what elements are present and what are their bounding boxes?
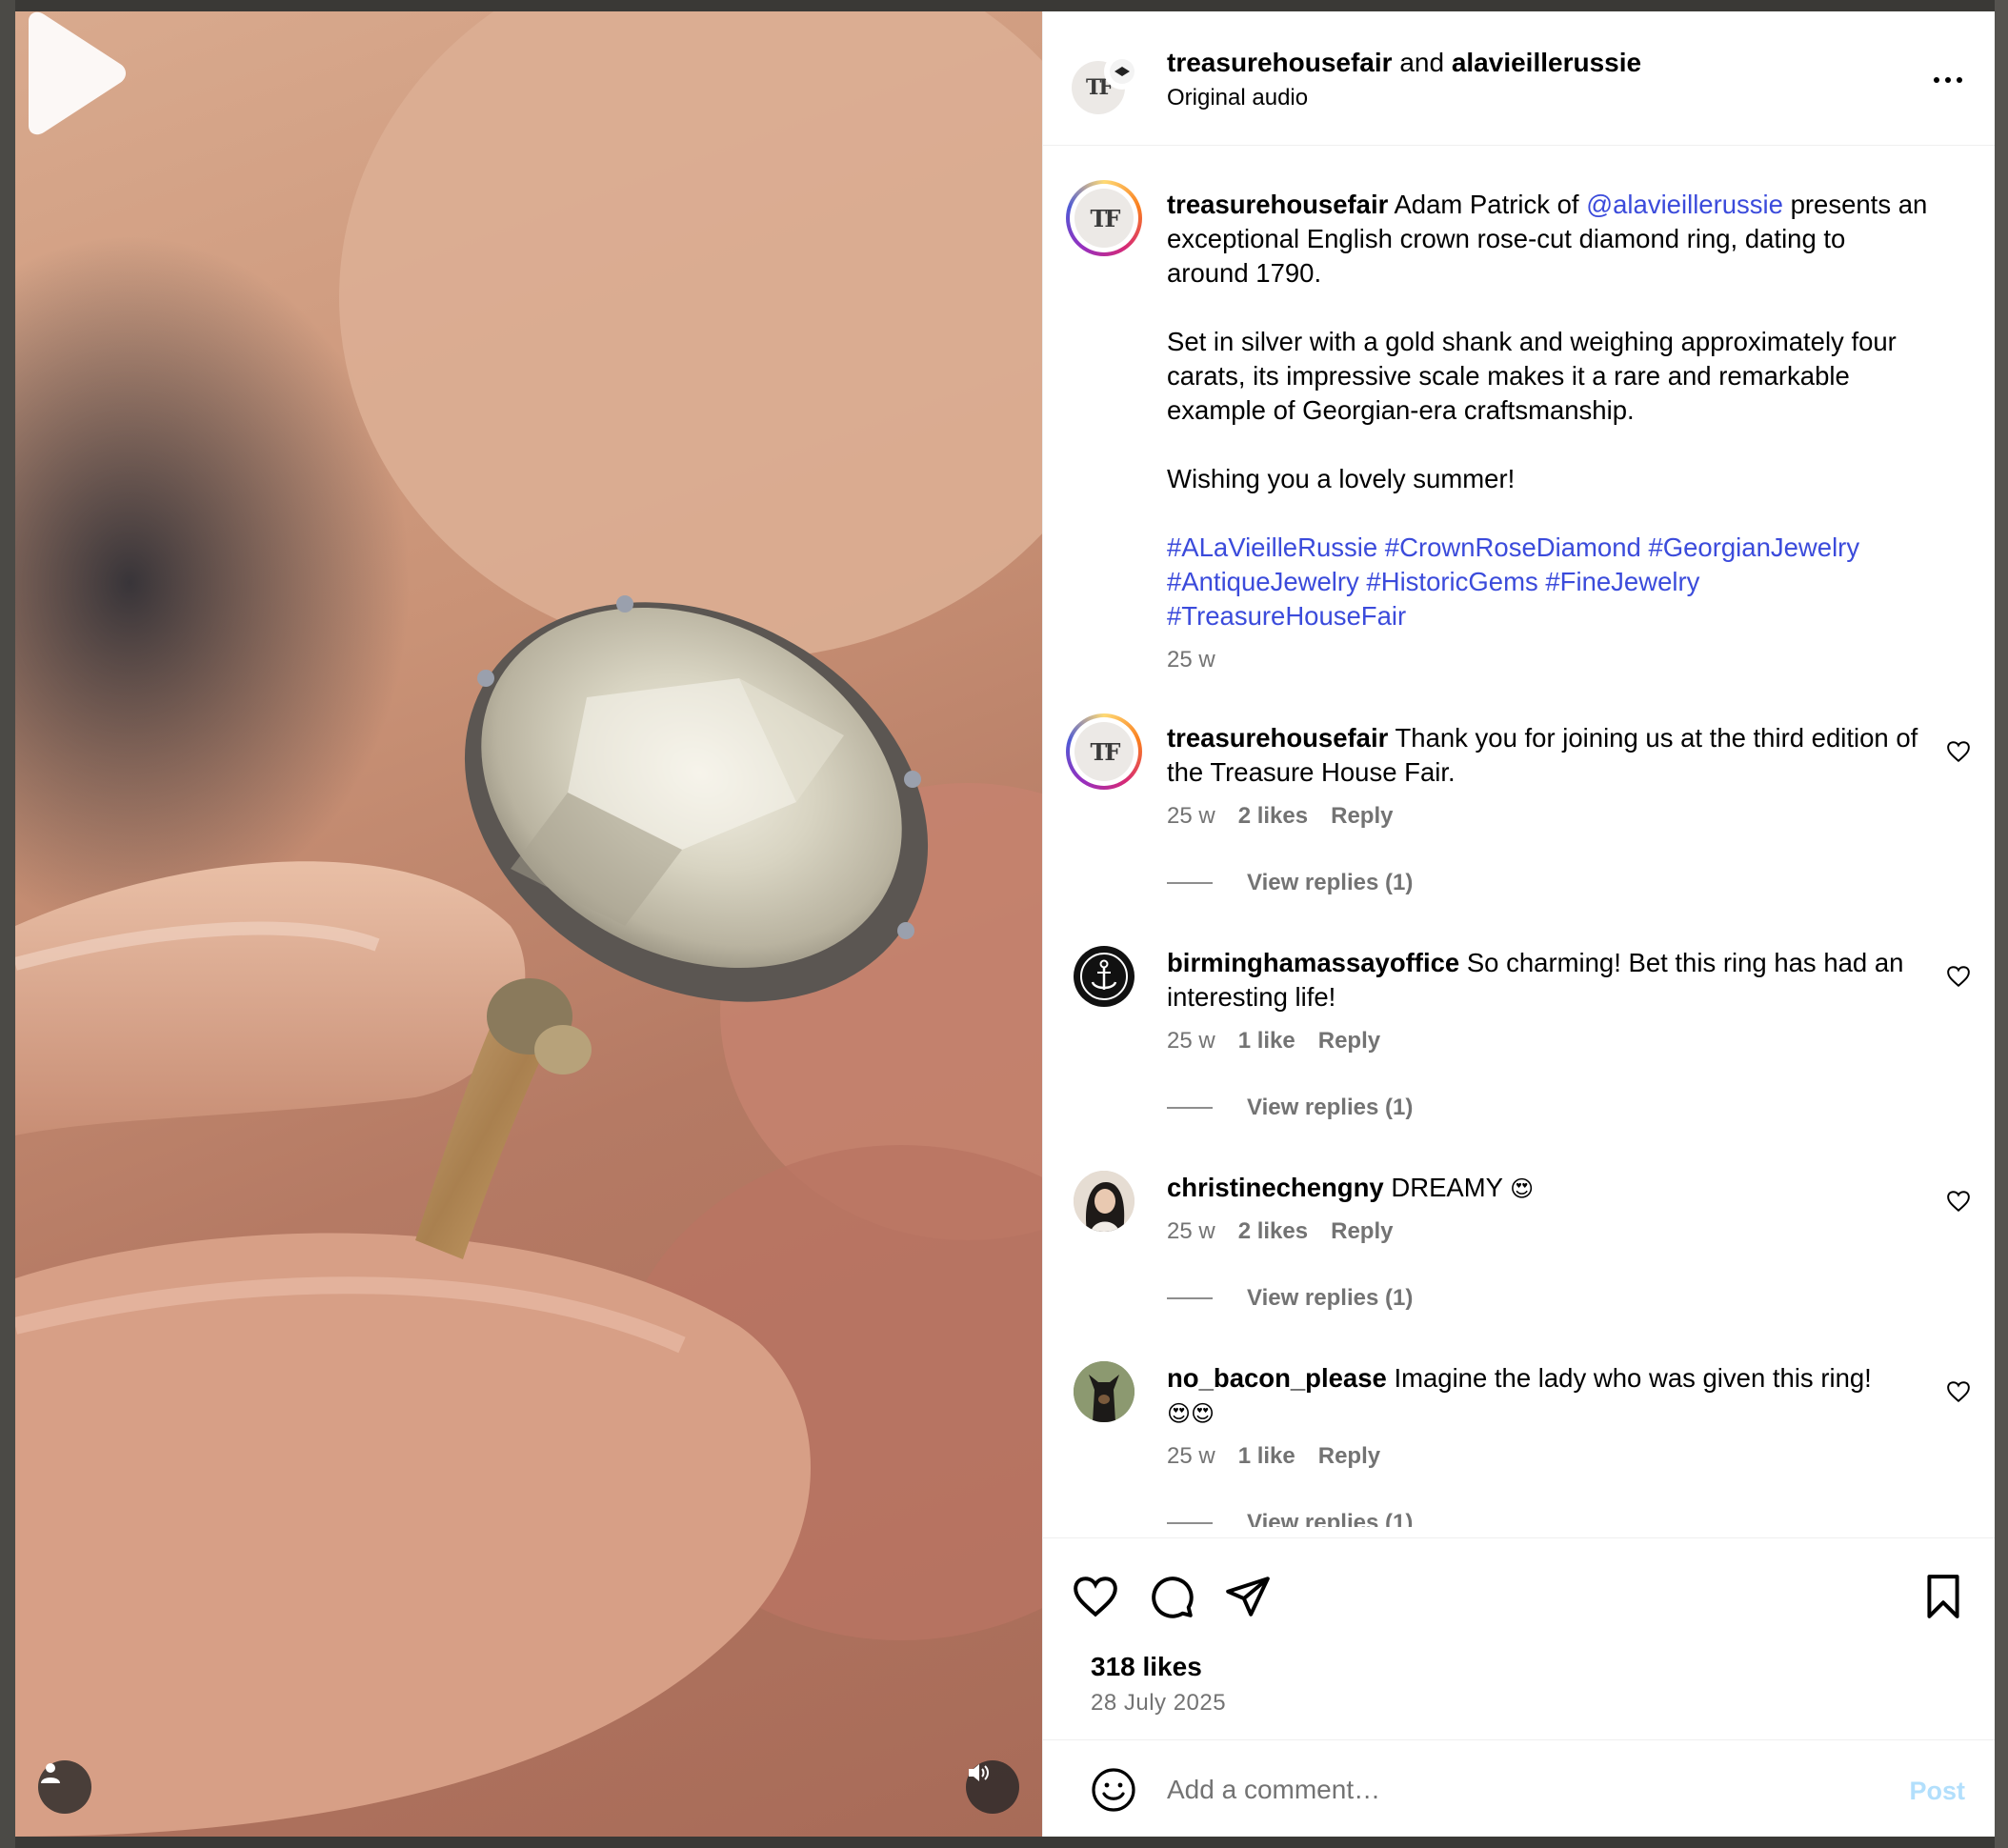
backdrop[interactable] — [0, 0, 15, 1848]
comment-text: birminghamassayoffice So charming! Bet t… — [1167, 948, 1904, 1012]
comment-avatar[interactable] — [1074, 1361, 1135, 1422]
eagle-crest-icon — [1110, 59, 1135, 84]
ring-video-frame — [15, 11, 1042, 1837]
more-options-button[interactable] — [1929, 70, 1967, 90]
comment-avatar[interactable]: TF — [1066, 713, 1142, 790]
post-modal: TF treasurehousefair and alavieillerussi… — [15, 11, 1995, 1837]
caption-username[interactable]: treasurehousefair — [1167, 190, 1388, 219]
post-date[interactable]: 28 July 2025 — [1091, 1690, 1226, 1717]
comment-input[interactable] — [1165, 1765, 1836, 1815]
anchor-icon — [1080, 953, 1128, 1000]
comment-likes-count[interactable]: 2 likes — [1238, 803, 1308, 830]
more-dots-icon — [1934, 77, 1939, 83]
replies-divider — [1167, 1522, 1213, 1524]
comment-likes-count[interactable]: 2 likes — [1238, 1218, 1308, 1245]
reply-button[interactable]: Reply — [1331, 803, 1393, 830]
audio-label[interactable]: Original audio — [1167, 84, 1308, 112]
comment-username[interactable]: birminghamassayoffice — [1167, 948, 1459, 977]
like-comment-heart-icon[interactable] — [1946, 964, 1971, 989]
comment-text: treasurehousefair Thank you for joining … — [1167, 723, 1918, 787]
caption-text: treasurehousefair Adam Patrick of @alavi… — [1167, 188, 1929, 633]
comment-text: no_bacon_please Imagine the lady who was… — [1167, 1363, 1872, 1427]
collaborator-avatar[interactable] — [1104, 53, 1140, 90]
play-icon[interactable] — [15, 11, 130, 135]
volume-icon — [969, 1764, 989, 1781]
hashtag-link[interactable]: #GeorgianJewelry — [1648, 532, 1859, 562]
user-photo-icon — [1074, 1171, 1135, 1232]
comment-timestamp[interactable]: 25 w — [1167, 1028, 1215, 1055]
view-replies-button[interactable]: View replies (1) — [1167, 1510, 1413, 1527]
heart-eyes-emoji: 😍 — [1510, 1175, 1535, 1202]
post-header: TF treasurehousefair and alavieillerussi… — [1043, 11, 1995, 146]
smiley-icon[interactable] — [1091, 1767, 1136, 1813]
like-comment-heart-icon[interactable] — [1946, 1379, 1971, 1404]
comment-meta: 25 w 1 like Reply — [1167, 1028, 1380, 1055]
collaborator-username[interactable]: alavieillerussie — [1452, 48, 1641, 77]
comment-likes-count[interactable]: 1 like — [1238, 1028, 1295, 1055]
tf-logo-icon: TF — [1074, 722, 1134, 781]
view-replies-button[interactable]: View replies (1) — [1167, 870, 1413, 896]
caption-paragraph: Wishing you a lovely summer! — [1167, 464, 1516, 493]
caption-timestamp[interactable]: 25 w — [1167, 647, 1215, 673]
backdrop[interactable] — [1995, 0, 2008, 1848]
heart-eyes-emoji: 😍😍 — [1167, 1400, 1215, 1427]
dog-photo-icon — [1074, 1361, 1135, 1422]
comment-meta: 25 w 2 likes Reply — [1167, 803, 1393, 830]
caption-paragraph: Set in silver with a gold shank and weig… — [1167, 327, 1897, 425]
view-replies-button[interactable]: View replies (1) — [1167, 1095, 1413, 1121]
view-replies-button[interactable]: View replies (1) — [1167, 1285, 1413, 1312]
hashtag-list: #ALaVieilleRussie #CrownRoseDiamond #Geo… — [1167, 531, 1929, 633]
caption-meta: 25 w — [1167, 647, 1215, 673]
post-comment-button[interactable]: Post — [1909, 1777, 1965, 1806]
video-player[interactable] — [15, 11, 1042, 1837]
hashtag-link[interactable]: #ALaVieilleRussie — [1167, 532, 1377, 562]
comments-list[interactable]: TF treasurehousefair Adam Patrick of @al… — [1043, 146, 1995, 1527]
like-comment-heart-icon[interactable] — [1946, 1189, 1971, 1214]
comment-timestamp[interactable]: 25 w — [1167, 1443, 1215, 1470]
comment-meta: 25 w 1 like Reply — [1167, 1443, 1380, 1470]
comment-avatar[interactable] — [1074, 946, 1135, 1007]
comment-likes-count[interactable]: 1 like — [1238, 1443, 1295, 1470]
reply-button[interactable]: Reply — [1318, 1028, 1380, 1055]
user-icon — [41, 1763, 60, 1783]
hashtag-link[interactable]: #AntiqueJewelry — [1167, 567, 1359, 596]
comment-timestamp[interactable]: 25 w — [1167, 803, 1215, 830]
reply-button[interactable]: Reply — [1318, 1443, 1380, 1470]
mute-toggle-button[interactable] — [966, 1760, 1019, 1814]
replies-divider — [1167, 882, 1213, 884]
comment-icon[interactable] — [1148, 1573, 1195, 1620]
bookmark-icon[interactable] — [1919, 1573, 1967, 1620]
comment-composer: Post — [1043, 1739, 1995, 1837]
mention-link[interactable]: @alavieillerussie — [1586, 190, 1783, 219]
tf-logo-icon: TF — [1074, 189, 1134, 248]
comment-meta: 25 w 2 likes Reply — [1167, 1218, 1393, 1245]
comment-username[interactable]: christinechengny — [1167, 1173, 1384, 1202]
replies-divider — [1167, 1297, 1213, 1299]
comment-avatar[interactable] — [1074, 1171, 1135, 1232]
heart-icon[interactable] — [1072, 1573, 1119, 1620]
hashtag-link[interactable]: #CrownRoseDiamond — [1385, 532, 1641, 562]
post-authors: treasurehousefair and alavieillerussie — [1167, 48, 1642, 77]
comment-username[interactable]: treasurehousefair — [1167, 723, 1388, 753]
comment-username[interactable]: no_bacon_please — [1167, 1363, 1387, 1393]
share-icon[interactable] — [1224, 1573, 1272, 1620]
author-username[interactable]: treasurehousefair — [1167, 48, 1393, 77]
reply-button[interactable]: Reply — [1331, 1218, 1393, 1245]
tagged-users-button[interactable] — [38, 1760, 91, 1814]
post-actions-bar — [1043, 1537, 1995, 1618]
hashtag-link[interactable]: #TreasureHouseFair — [1167, 601, 1406, 631]
hashtag-link[interactable]: #FineJewelry — [1545, 567, 1699, 596]
caption-avatar[interactable]: TF — [1066, 180, 1142, 256]
post-sidebar: TF treasurehousefair and alavieillerussi… — [1042, 11, 1995, 1837]
replies-divider — [1167, 1107, 1213, 1109]
comment-text: christinechengny DREAMY 😍 — [1167, 1173, 1535, 1202]
likes-count[interactable]: 318 likes — [1091, 1652, 1202, 1682]
comment-timestamp[interactable]: 25 w — [1167, 1218, 1215, 1245]
hashtag-link[interactable]: #HistoricGems — [1366, 567, 1537, 596]
like-comment-heart-icon[interactable] — [1946, 739, 1971, 764]
